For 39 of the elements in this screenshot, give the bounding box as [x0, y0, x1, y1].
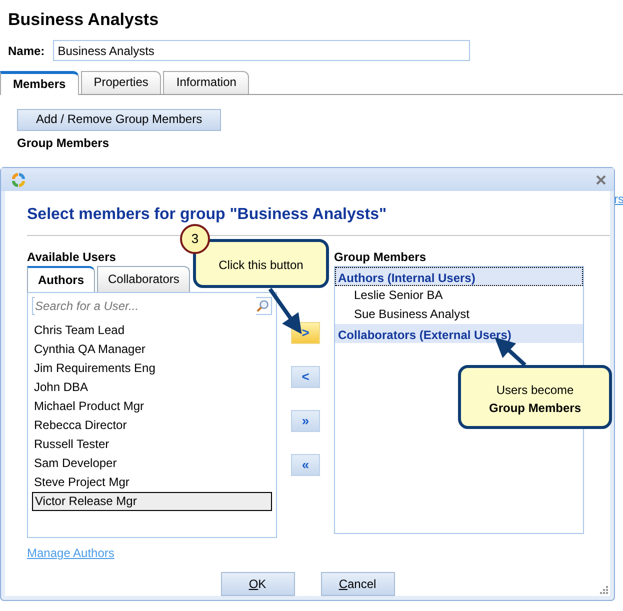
close-icon[interactable]: [596, 174, 606, 184]
available-users-label: Available Users: [27, 249, 116, 266]
user-item[interactable]: Michael Product Mgr: [32, 397, 272, 416]
user-item[interactable]: Russell Tester: [32, 435, 272, 454]
tab[interactable]: Members: [0, 71, 79, 95]
page-title: Business Analysts: [8, 10, 160, 30]
tab[interactable]: Properties: [80, 71, 162, 94]
user-item[interactable]: Jim Requirements Eng: [32, 359, 272, 378]
search-icon[interactable]: [256, 299, 269, 313]
user-item[interactable]: Rebecca Director: [32, 416, 272, 435]
move-button[interactable]: <: [291, 366, 320, 388]
move-button[interactable]: »: [291, 410, 320, 432]
move-button[interactable]: «: [291, 454, 320, 476]
group-header[interactable]: Collaborators (External Users): [335, 324, 583, 343]
user-item[interactable]: Cynthia QA Manager: [32, 340, 272, 359]
user-item[interactable]: Steve Project Mgr: [32, 473, 272, 492]
user-item[interactable]: Victor Release Mgr: [32, 492, 272, 511]
add-remove-members-button[interactable]: Add / Remove Group Members: [17, 108, 222, 131]
user-item[interactable]: John DBA: [32, 378, 272, 397]
search-field[interactable]: Search for a User...: [32, 297, 272, 315]
section-heading: Group Members: [17, 136, 110, 150]
group-header[interactable]: Authors (Internal Users): [335, 267, 583, 286]
tab[interactable]: Information: [163, 71, 250, 94]
resize-grip-icon: [599, 585, 608, 594]
callout-text: Click this button: [218, 257, 304, 274]
app-logo-icon: [9, 170, 27, 188]
name-label: Name:: [8, 42, 45, 60]
ok-button[interactable]: OK: [220, 572, 294, 596]
tab[interactable]: Authors: [27, 266, 95, 292]
user-item[interactable]: Chris Team Lead: [32, 321, 272, 340]
tab[interactable]: Collaborators: [97, 266, 190, 292]
callout-text: Users become: [496, 382, 574, 399]
group-members-label: Group Members: [334, 249, 426, 266]
callout-text: Group Members: [488, 400, 581, 417]
member-item[interactable]: Leslie Senior BA: [335, 286, 583, 305]
member-item[interactable]: Sue Business Analyst: [335, 305, 583, 324]
user-item[interactable]: Sam Developer: [32, 454, 272, 473]
name-field[interactable]: Business Analysts: [52, 40, 470, 62]
cancel-button[interactable]: Cancel: [320, 572, 394, 596]
